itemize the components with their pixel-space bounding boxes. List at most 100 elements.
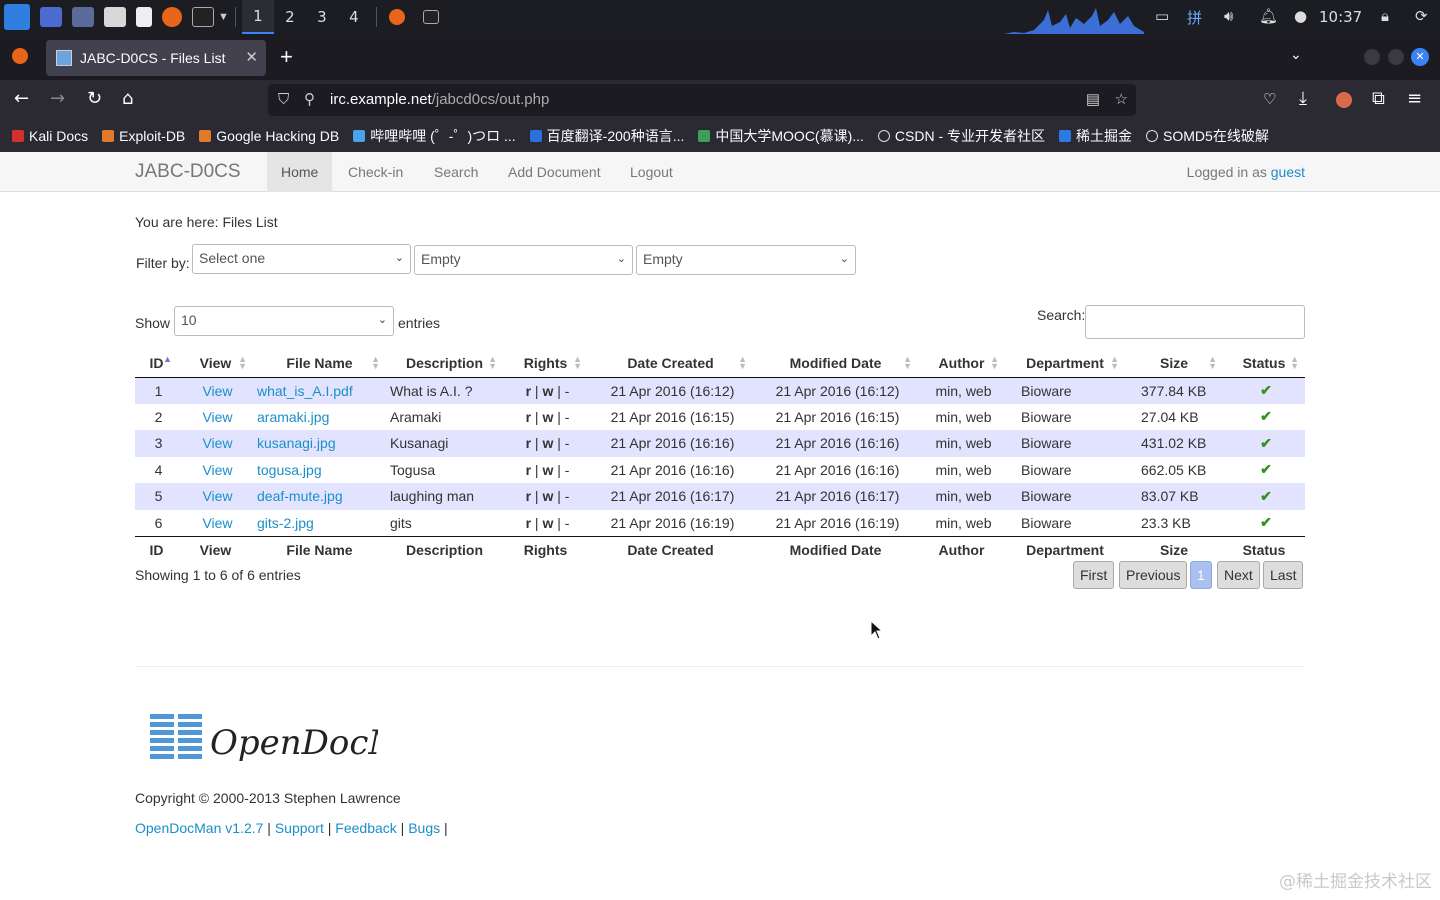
workspace-1[interactable]: 1 bbox=[241, 0, 274, 34]
kali-menu-icon[interactable] bbox=[4, 4, 30, 30]
home-icon[interactable]: ⌂ bbox=[122, 88, 133, 109]
pager-first-button[interactable]: First bbox=[1073, 561, 1115, 589]
bookmark-item[interactable]: Kali Docs bbox=[12, 128, 88, 144]
file-link[interactable]: what_is_A.I.pdf bbox=[257, 383, 353, 399]
reader-view-icon[interactable]: ▤ bbox=[1086, 84, 1100, 116]
pager-last-button[interactable]: Last bbox=[1263, 561, 1304, 589]
app-brand[interactable]: JABC-D0CS bbox=[135, 161, 241, 183]
clock[interactable]: 10:37 bbox=[1319, 8, 1362, 26]
bookmark-item[interactable]: Google Hacking DB bbox=[199, 128, 339, 144]
screen-icon[interactable] bbox=[72, 7, 94, 27]
col-header-file-name[interactable]: File Name ▲ ▼ bbox=[253, 350, 386, 378]
col-header-status[interactable]: Status ▲ ▼ bbox=[1223, 350, 1305, 378]
mooc-icon bbox=[698, 130, 711, 142]
col-header-date-created[interactable]: Date Created ▲ ▼ bbox=[588, 350, 753, 378]
workspace-2[interactable]: 2 bbox=[274, 8, 306, 26]
pager-next-button[interactable]: Next bbox=[1217, 561, 1260, 589]
files-icon[interactable] bbox=[104, 7, 126, 27]
firefox-view-icon[interactable] bbox=[12, 48, 28, 64]
col-header-author[interactable]: Author ▲ ▼ bbox=[918, 350, 1005, 378]
view-link[interactable]: View bbox=[202, 488, 232, 504]
forward-icon[interactable]: → bbox=[50, 88, 65, 109]
terminal-icon[interactable] bbox=[192, 7, 214, 27]
close-window-button[interactable]: ✕ bbox=[1411, 48, 1429, 66]
col-header-department[interactable]: Department ▲ ▼ bbox=[1005, 350, 1125, 378]
bookmark-item[interactable]: 中国大学MOOC(慕课)... bbox=[698, 126, 864, 146]
minimize-button[interactable] bbox=[1364, 49, 1380, 65]
bookmark-item[interactable]: 稀土掘金 bbox=[1059, 126, 1132, 146]
volume-icon[interactable]: 🔊︎ bbox=[1224, 7, 1233, 25]
desktop-icon[interactable] bbox=[40, 7, 62, 27]
sort-icon: ▲ ▼ bbox=[371, 354, 380, 371]
bookmark-item[interactable]: 哔哩哔哩 (゜-゜)つロ ... bbox=[353, 126, 516, 146]
col-header-view[interactable]: View ▲ ▼ bbox=[178, 350, 253, 378]
maximize-button[interactable] bbox=[1388, 49, 1404, 65]
extensions-icon[interactable]: ⧉ bbox=[1372, 88, 1385, 109]
file-link[interactable]: kusanagi.jpg bbox=[257, 435, 336, 451]
footer-link-bugs[interactable]: Bugs bbox=[408, 820, 440, 836]
downloads-icon[interactable]: ⤓ bbox=[1299, 88, 1307, 109]
pager-previous-button[interactable]: Previous bbox=[1119, 561, 1188, 589]
workspace-3[interactable]: 3 bbox=[306, 8, 338, 26]
col-header-description[interactable]: Description ▲ ▼ bbox=[386, 350, 503, 378]
file-link[interactable]: aramaki.jpg bbox=[257, 409, 329, 425]
pocket-icon[interactable]: ♡ bbox=[1263, 90, 1276, 108]
close-icon[interactable]: ✕ bbox=[245, 48, 258, 66]
firefox-icon[interactable] bbox=[162, 7, 182, 27]
nav-check-in[interactable]: Check-in bbox=[348, 164, 403, 180]
ime-indicator[interactable]: 拼 bbox=[1187, 7, 1202, 28]
account-icon[interactable] bbox=[1336, 92, 1352, 108]
url-bar[interactable]: ⛉ ⚲ irc.example.net/jabcd0cs/out.php ▤ ☆ bbox=[268, 84, 1136, 116]
file-link[interactable]: gits-2.jpg bbox=[257, 515, 314, 531]
filter-select-3[interactable]: Empty ⌄ bbox=[636, 245, 856, 275]
view-link[interactable]: View bbox=[202, 462, 232, 478]
view-link[interactable]: View bbox=[202, 409, 232, 425]
page-info-icon[interactable]: ⚲ bbox=[304, 84, 315, 116]
notification-icon[interactable]: 🔔︎ bbox=[1259, 7, 1278, 25]
nav-logout[interactable]: Logout bbox=[630, 164, 673, 180]
view-link[interactable]: View bbox=[202, 435, 232, 451]
nav-add-document[interactable]: Add Document bbox=[508, 164, 601, 180]
tab-files-list[interactable]: JABC-D0CS - Files List ✕ bbox=[46, 40, 266, 76]
cell-status: ✔ bbox=[1223, 377, 1305, 404]
lock-icon[interactable]: 🔒︎ bbox=[1381, 7, 1389, 25]
view-link[interactable]: View bbox=[202, 515, 232, 531]
user-link[interactable]: guest bbox=[1271, 164, 1305, 180]
reload-icon[interactable]: ↻ bbox=[87, 88, 102, 109]
chevron-down-icon[interactable]: ▼ bbox=[218, 11, 229, 23]
filter-select-2[interactable]: Empty ⌄ bbox=[414, 245, 633, 275]
text-editor-icon[interactable] bbox=[136, 7, 152, 27]
nav-home[interactable]: Home bbox=[267, 152, 333, 192]
new-tab-button[interactable]: + bbox=[280, 44, 293, 70]
search-input[interactable] bbox=[1085, 305, 1305, 339]
back-icon[interactable]: ← bbox=[14, 88, 29, 109]
cell-department: Bioware bbox=[1021, 461, 1072, 478]
col-header-modified-date[interactable]: Modified Date ▲ ▼ bbox=[753, 350, 918, 378]
col-header-id[interactable]: ID ▲ bbox=[135, 350, 178, 378]
file-link[interactable]: togusa.jpg bbox=[257, 462, 322, 478]
pager-page-1-button[interactable]: 1 bbox=[1190, 561, 1212, 589]
filter-select-1[interactable]: Select one ⌄ bbox=[192, 244, 411, 274]
terminal-window-icon[interactable] bbox=[422, 10, 439, 24]
tab-list-chevron-icon[interactable]: ⌄ bbox=[1290, 46, 1302, 63]
nav-search[interactable]: Search bbox=[434, 164, 478, 180]
footer-link-feedback[interactable]: Feedback bbox=[335, 820, 396, 836]
bookmark-item[interactable]: 百度翻译-200种语言... bbox=[529, 126, 684, 146]
power-icon[interactable]: ⟳ bbox=[1415, 7, 1428, 25]
bookmark-item[interactable]: CSDN - 专业开发者社区 bbox=[877, 126, 1045, 146]
footer-link-version[interactable]: OpenDocMan v1.2.7 bbox=[135, 820, 263, 836]
menu-icon[interactable]: ≡ bbox=[1407, 88, 1422, 109]
firefox-window-icon[interactable] bbox=[388, 9, 405, 25]
entries-select[interactable]: 10 ⌄ bbox=[174, 306, 394, 336]
col-header-rights[interactable]: Rights ▲ ▼ bbox=[503, 350, 588, 378]
footer-link-support[interactable]: Support bbox=[275, 820, 324, 836]
view-link[interactable]: View bbox=[202, 383, 232, 399]
workspace-4[interactable]: 4 bbox=[338, 8, 370, 26]
display-icon[interactable]: ▭ bbox=[1155, 7, 1169, 25]
file-link[interactable]: deaf-mute.jpg bbox=[257, 488, 343, 504]
shield-icon[interactable]: ⛉ bbox=[278, 84, 289, 116]
bookmark-item[interactable]: Exploit-DB bbox=[102, 128, 185, 144]
col-header-size[interactable]: Size ▲ ▼ bbox=[1125, 350, 1223, 378]
bookmark-star-icon[interactable]: ☆ bbox=[1115, 84, 1128, 116]
bookmark-item[interactable]: SOMD5在线破解 bbox=[1146, 126, 1269, 146]
